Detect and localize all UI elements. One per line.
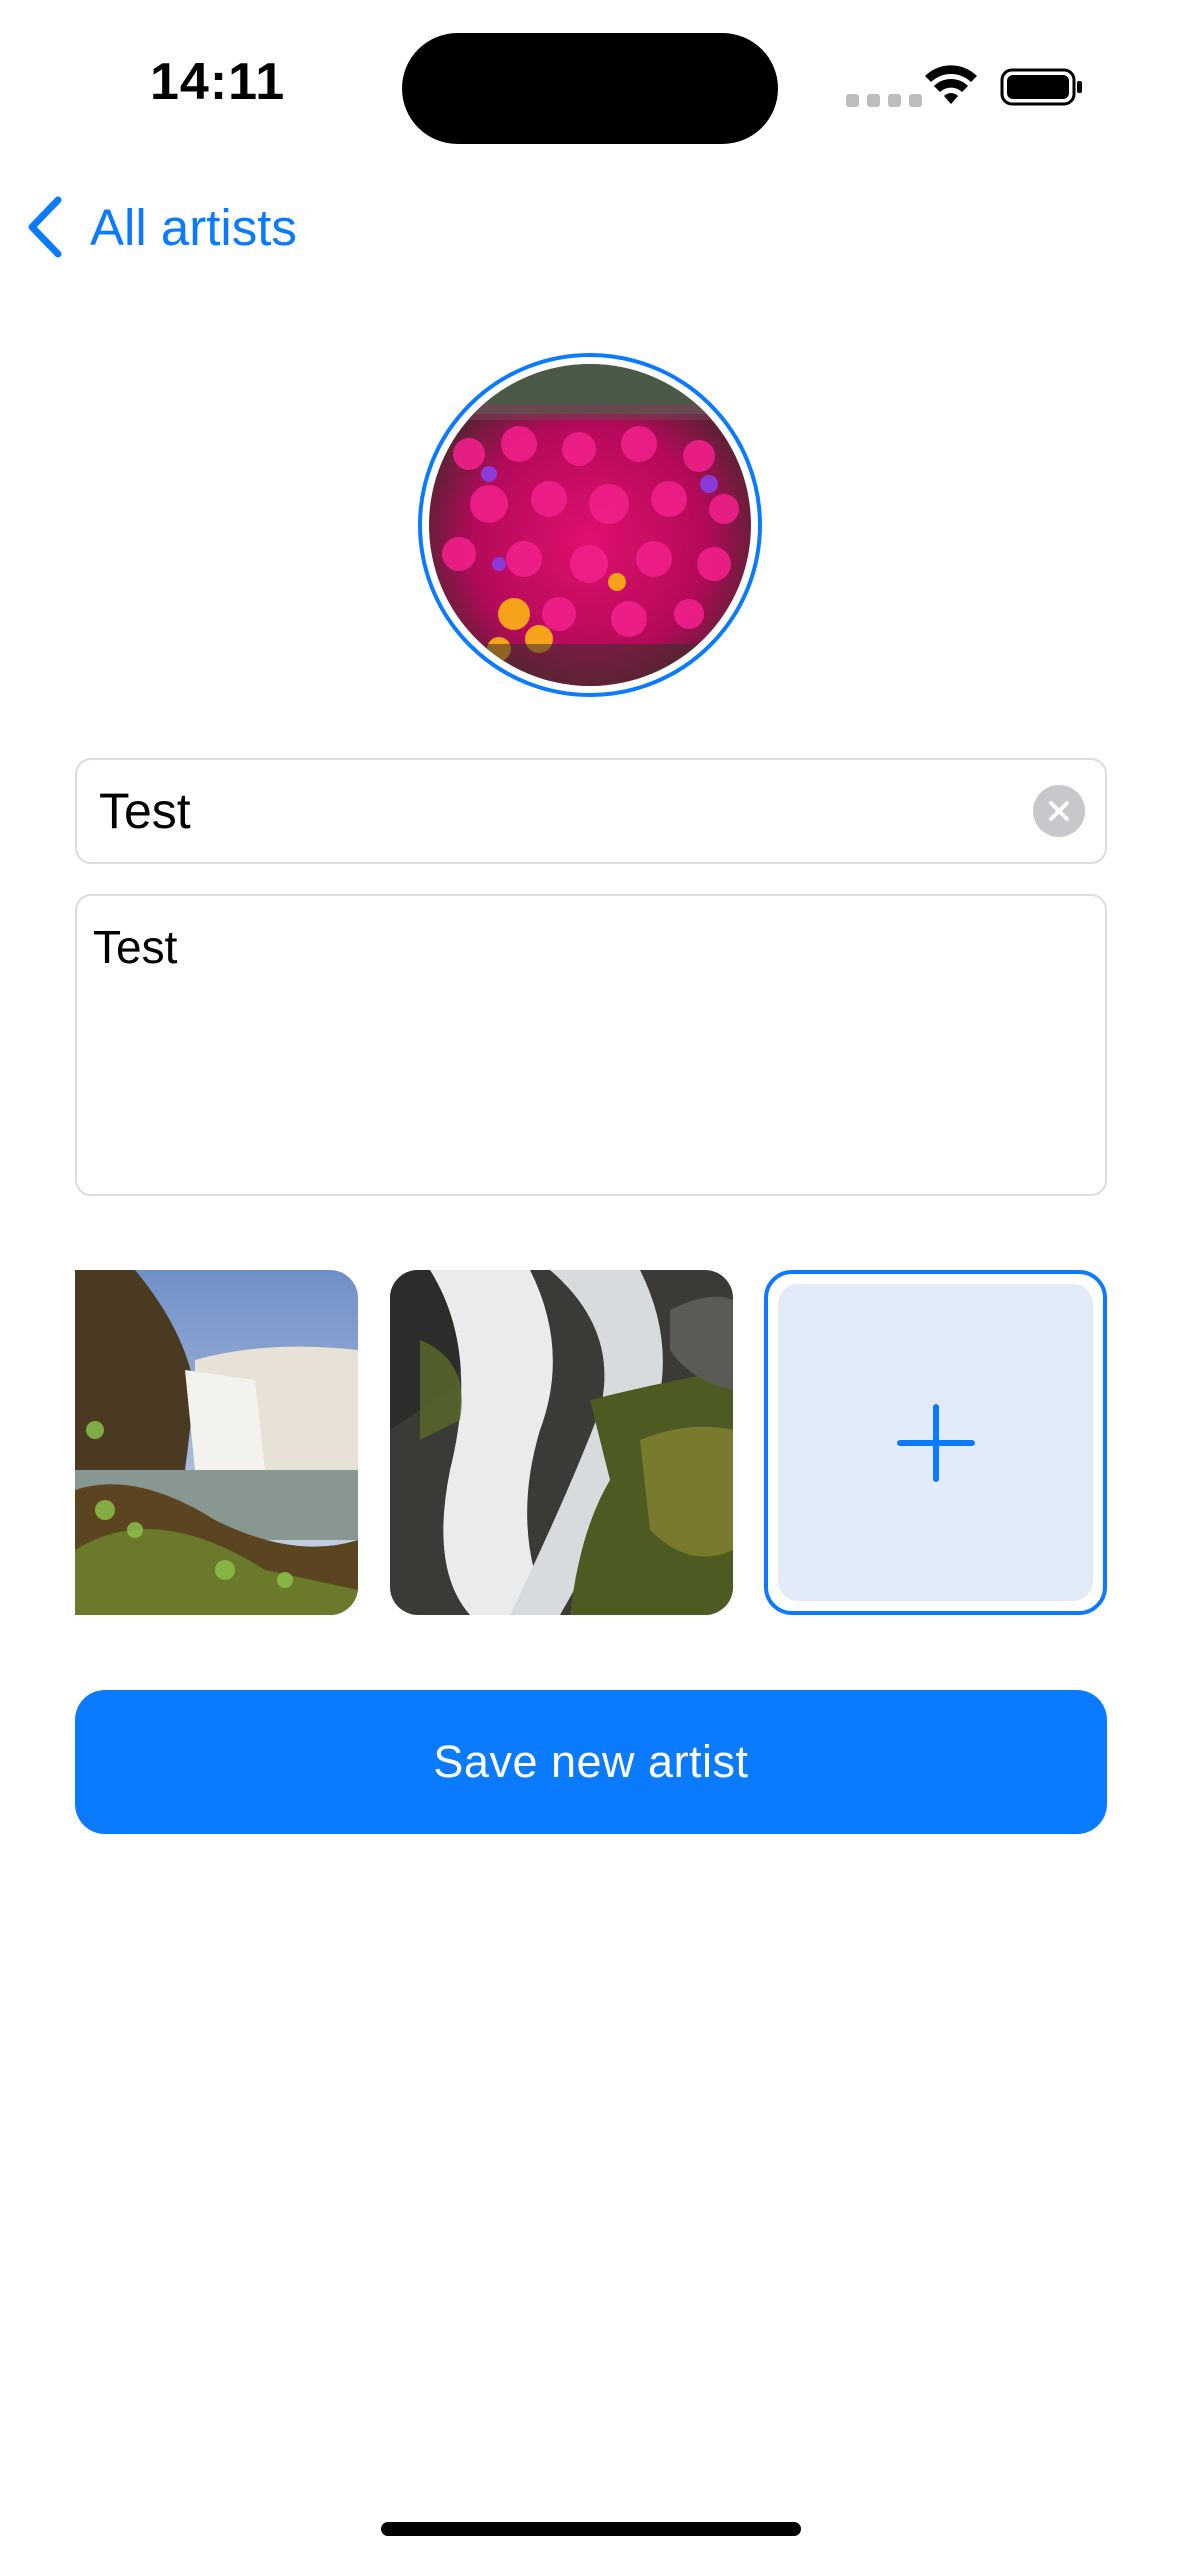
artist-name-input[interactable]: Test <box>99 782 1033 840</box>
clear-x-icon <box>1049 801 1069 821</box>
artist-description-field[interactable]: Test <box>75 894 1107 1196</box>
back-button[interactable]: All artists <box>24 192 297 262</box>
cellular-signal-icon <box>846 94 922 107</box>
battery-icon <box>1000 68 1082 106</box>
cascade-photo <box>390 1270 733 1615</box>
wifi-icon <box>925 65 977 104</box>
gallery-photo-waterfall[interactable] <box>75 1270 358 1615</box>
chevron-left-icon <box>28 196 62 258</box>
clear-text-button[interactable] <box>1033 785 1085 837</box>
flower-field-photo <box>429 364 751 686</box>
photo-gallery <box>0 1270 1179 1615</box>
add-photo-tile <box>778 1284 1093 1601</box>
status-time: 14:11 <box>150 53 286 111</box>
dynamic-island <box>402 33 778 144</box>
artist-name-field[interactable]: Test <box>75 758 1107 864</box>
waterfall-photo <box>75 1270 358 1615</box>
plus-icon <box>896 1403 975 1482</box>
gallery-photo-cascade[interactable] <box>390 1270 733 1615</box>
back-button-label: All artists <box>90 198 297 256</box>
artist-description-input[interactable]: Test <box>93 920 1089 974</box>
save-new-artist-button[interactable]: Save new artist <box>75 1690 1107 1834</box>
artist-avatar[interactable] <box>418 353 762 697</box>
home-indicator[interactable] <box>381 2522 801 2536</box>
add-photo-button[interactable] <box>764 1270 1107 1615</box>
